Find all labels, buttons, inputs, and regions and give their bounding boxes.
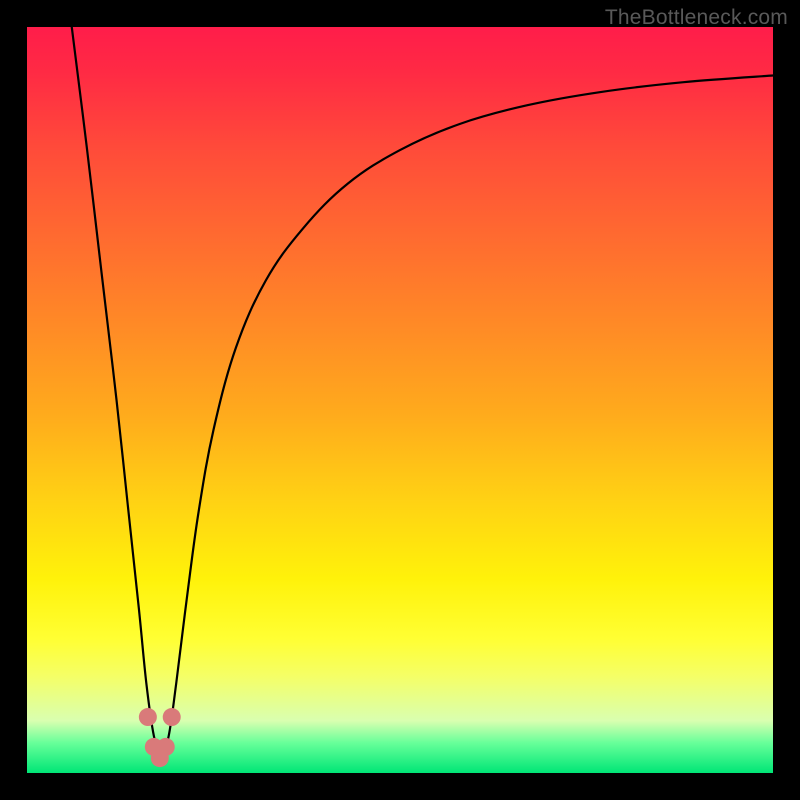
watermark-label: TheBottleneck.com [605,6,788,30]
chart-frame: TheBottleneck.com [0,0,800,800]
curve-dot [139,708,157,726]
curve-dot [163,708,181,726]
curve-svg [27,27,773,773]
curve-dot [157,738,175,756]
curve-dots [139,708,181,767]
plot-area [27,27,773,773]
bottleneck-curve [72,27,773,758]
